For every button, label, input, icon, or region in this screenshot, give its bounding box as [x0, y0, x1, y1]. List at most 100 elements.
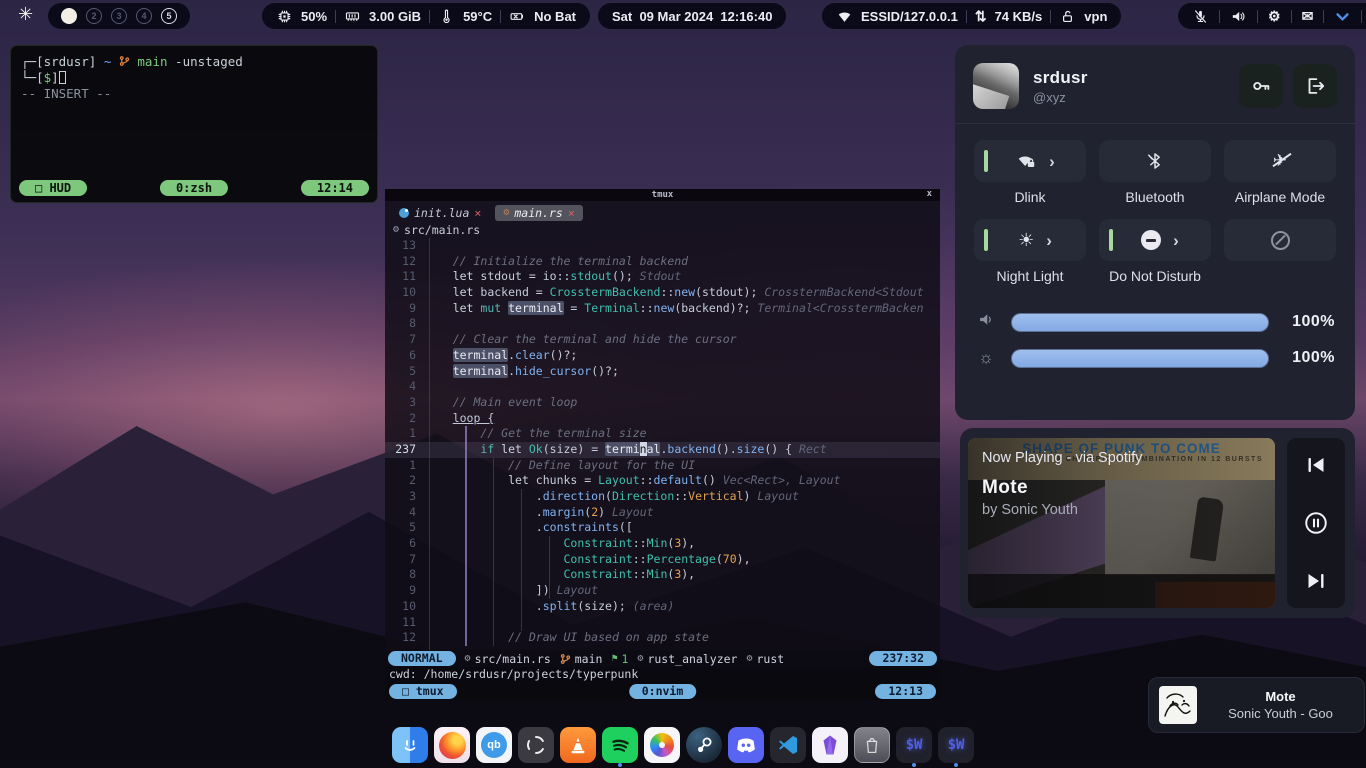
user-handle: @xyz: [1033, 90, 1088, 105]
mail-icon[interactable]: ✉: [1302, 9, 1314, 23]
active-indicator: [984, 229, 988, 251]
tmux-window-pill[interactable]: 0:zsh: [160, 180, 228, 196]
code-line: 5 terminal.hide_cursor()?;: [385, 364, 940, 380]
dock-spotify[interactable]: [602, 727, 638, 763]
dock-steam[interactable]: [686, 727, 722, 763]
tab-init-lua[interactable]: init.lua ×: [391, 205, 489, 221]
workspace-3[interactable]: 3: [111, 8, 127, 24]
top-status-bar: ✳ 2345 50% 3.00 GiB 59°C No Bat Sat 09 M…: [0, 0, 1366, 32]
music-notification[interactable]: Mote Sonic Youth - Goo: [1148, 677, 1365, 733]
statusline: NORMAL ⚙src/main.rs main ⚑1 ⚙rust_analyz…: [385, 650, 940, 667]
diagnostics-count: 1: [621, 652, 628, 666]
statusline-filetype: rust: [757, 652, 785, 666]
bluetooth-toggle-tile[interactable]: [1099, 140, 1211, 182]
snowflake-icon[interactable]: ✳: [18, 4, 33, 25]
terminal-window[interactable]: ┌─[srdusr] ~ main -unstaged └─[$] -- INS…: [10, 45, 378, 203]
dock-sw-1[interactable]: $W: [896, 727, 932, 763]
memory-usage: 3.00 GiB: [369, 9, 421, 24]
tmux-session-pill[interactable]: □ HUD: [19, 180, 87, 196]
editor-window[interactable]: tmux x init.lua × ⚙ main.rs × ⚙ src/main…: [385, 189, 940, 700]
window-title: tmux: [652, 190, 674, 200]
vlc-icon: [566, 733, 590, 757]
chevron-right-icon[interactable]: ›: [1049, 153, 1055, 170]
code-line: 10 .split(size); (area): [385, 599, 940, 615]
dock-obsidian[interactable]: [812, 727, 848, 763]
lock-open-icon: [1059, 8, 1076, 25]
gutter-separator: [429, 238, 430, 650]
running-indicator: [912, 763, 916, 767]
album-art: SHAPE OF PUNK TO COME A CHIMERICAL BOMBI…: [968, 438, 1275, 608]
code-line: 7 Constraint::Percentage(70),: [385, 552, 940, 568]
airplane-mode-tile[interactable]: ✈: [1224, 140, 1336, 182]
workspace-1[interactable]: [61, 8, 77, 24]
active-indicator: [984, 150, 988, 172]
tile-label: Do Not Disturb: [1099, 261, 1211, 298]
dock-firefox[interactable]: [434, 727, 470, 763]
next-track-icon: [1304, 569, 1328, 593]
editor-code-area[interactable]: 1312 // Initialize the terminal backend1…: [385, 238, 940, 650]
tab-main-rs[interactable]: ⚙ main.rs ×: [495, 205, 582, 221]
chevron-down-icon[interactable]: [1334, 8, 1351, 25]
code-line: 11: [385, 615, 940, 631]
dock-photos[interactable]: [644, 727, 680, 763]
code-line: 13: [385, 238, 940, 254]
tmux-session-pill[interactable]: □ tmux: [389, 684, 457, 699]
dock-trash[interactable]: [854, 727, 890, 763]
code-line: 4 .margin(2) Layout: [385, 505, 940, 521]
close-icon[interactable]: x: [927, 189, 932, 199]
sliders-section: 100% ☼ 100%: [955, 298, 1355, 368]
trash-icon: [861, 734, 883, 756]
logout-button[interactable]: [1293, 64, 1337, 108]
vscode-icon: [776, 733, 800, 757]
code-line: 11 let stdout = io::stdout(); Stdout: [385, 269, 940, 285]
workspace-switcher[interactable]: 2345: [48, 3, 190, 29]
git-branch-icon: [119, 55, 130, 67]
sw-icon: $W: [948, 737, 965, 753]
lock-keys-button[interactable]: [1239, 64, 1283, 108]
dock-qbittorrent[interactable]: qb: [476, 727, 512, 763]
dock-obs[interactable]: [518, 727, 554, 763]
cursor-position-pill: 237:32: [869, 651, 937, 666]
code-line: 9 let mut terminal = Terminal::new(backe…: [385, 301, 940, 317]
pause-button[interactable]: [1303, 510, 1329, 536]
lua-icon: [399, 208, 409, 218]
net-speed: 74 KB/s: [995, 9, 1043, 24]
dock-vscode[interactable]: [770, 727, 806, 763]
brightness-slider[interactable]: [1011, 349, 1269, 368]
now-playing-card: SHAPE OF PUNK TO COME A CHIMERICAL BOMBI…: [960, 428, 1355, 618]
dock-vlc[interactable]: [560, 727, 596, 763]
running-indicator: [618, 763, 622, 767]
tab-close-icon[interactable]: ×: [568, 206, 575, 220]
blocked-toggle-tile[interactable]: [1224, 219, 1336, 261]
brightness-slider-row: ☼ 100%: [975, 348, 1335, 368]
do-not-disturb-tile[interactable]: ›: [1099, 219, 1211, 261]
statusline-lsp: rust_analyzer: [647, 652, 737, 666]
control-center-panel: srdusr @xyz › Dlink Bluetooth: [955, 45, 1355, 420]
volume-slider[interactable]: [1011, 313, 1269, 332]
chevron-right-icon[interactable]: ›: [1046, 232, 1052, 249]
previous-track-button[interactable]: [1303, 452, 1329, 478]
clock-widget[interactable]: Sat 09 Mar 2024 12:16:40: [598, 3, 786, 29]
speaker-icon[interactable]: [1230, 8, 1247, 25]
dock-finder[interactable]: [392, 727, 428, 763]
system-stats-widget[interactable]: 50% 3.00 GiB 59°C No Bat: [262, 3, 590, 29]
wifi-icon: [836, 8, 853, 25]
tmux-window-pill[interactable]: 0:nvim: [629, 684, 697, 699]
workspace-5[interactable]: 5: [161, 8, 177, 24]
essid: ESSID/127.0.0.1: [861, 9, 958, 24]
dock-sw-2[interactable]: $W: [938, 727, 974, 763]
cwd-line: cwd: /home/srdusr/projects/typerpunk: [385, 667, 940, 682]
network-widget[interactable]: ESSID/127.0.0.1 ⇅ 74 KB/s vpn: [822, 3, 1121, 29]
wifi-toggle-tile[interactable]: ›: [974, 140, 1086, 182]
code-line: 10 let backend = CrosstermBackend::new(s…: [385, 285, 940, 301]
next-track-button[interactable]: [1303, 568, 1329, 594]
chevron-right-icon[interactable]: ›: [1173, 232, 1179, 249]
workspace-2[interactable]: 2: [86, 8, 102, 24]
workspace-4[interactable]: 4: [136, 8, 152, 24]
mic-muted-icon[interactable]: [1192, 8, 1209, 25]
tab-close-icon[interactable]: ×: [474, 206, 481, 220]
night-light-tile[interactable]: ☀ ›: [974, 219, 1086, 261]
code-line: 3 .direction(Direction::Vertical) Layout: [385, 489, 940, 505]
dock-discord[interactable]: [728, 727, 764, 763]
settings-gear-icon[interactable]: ⚙: [1268, 9, 1281, 23]
